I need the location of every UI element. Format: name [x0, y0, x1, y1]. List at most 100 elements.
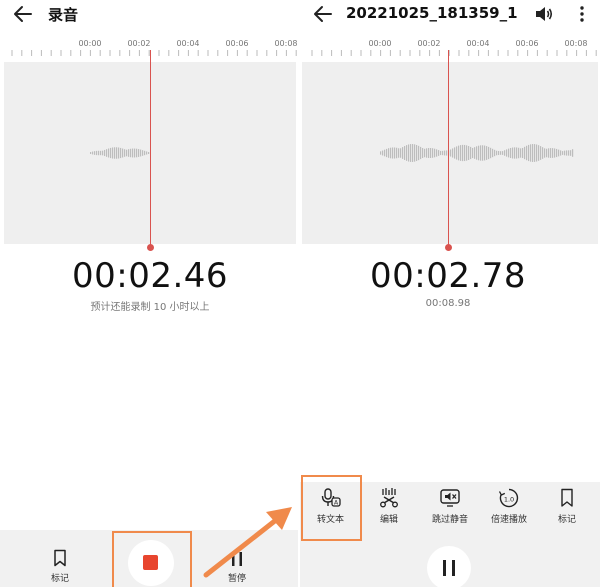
action-label: 编辑: [379, 515, 398, 525]
recording-title: 20221025_181359_1: [346, 4, 518, 22]
more-options-icon[interactable]: [578, 4, 586, 24]
waveform-bar: [560, 150, 562, 156]
waveform-bar: [488, 146, 490, 160]
waveform-bar: [386, 148, 388, 158]
ruler-label: 00:00: [368, 39, 392, 48]
waveform-bar: [426, 148, 428, 158]
stop-button-highlight: [112, 531, 192, 587]
waveform-bar: [394, 147, 396, 159]
waveform-bar: [562, 151, 564, 155]
waveform-bar: [430, 148, 432, 158]
ruler-label: 00:06: [225, 39, 249, 48]
waveform-bar: [524, 146, 526, 160]
waveform-bar: [480, 145, 482, 161]
back-arrow-icon[interactable]: [312, 3, 334, 25]
waveform-bar: [468, 146, 470, 160]
waveform-bar: [444, 150, 446, 156]
ruler-label: 00:02: [417, 39, 441, 48]
waveform-bar: [108, 148, 110, 158]
waveform-bar: [482, 145, 484, 161]
waveform-bar: [504, 150, 506, 156]
waveform: [380, 144, 574, 162]
waveform-bar: [492, 148, 494, 158]
waveform-bar: [572, 149, 574, 157]
waveform-bar: [390, 147, 392, 159]
waveform-bar: [462, 144, 464, 162]
waveform-bar: [484, 145, 486, 161]
edit-button[interactable]: 编辑: [378, 488, 400, 525]
speed-icon-text: 1.0: [504, 496, 514, 504]
playback-speed-button[interactable]: 1.0 倍速播放: [491, 488, 527, 525]
waveform-bar: [500, 151, 502, 155]
waveform-bar: [142, 150, 144, 156]
mark-button[interactable]: 标记: [556, 488, 578, 525]
waveform-bar: [472, 147, 474, 159]
bookmark-icon: [561, 488, 573, 507]
waveform-bar: [420, 146, 422, 160]
waveform-bar: [134, 148, 136, 158]
playhead: [150, 50, 151, 248]
waveform-bar: [542, 147, 544, 159]
page-title: 录音: [48, 6, 79, 24]
waveform-bar: [120, 147, 122, 159]
playback-position: 00:02.78: [369, 256, 527, 296]
waveform-bar: [140, 149, 142, 157]
speed-icon: 1.0: [498, 488, 519, 508]
waveform-bar: [548, 148, 550, 158]
waveform-bar: [434, 148, 436, 158]
ruler-label: 00:00: [78, 39, 102, 48]
speaker-icon[interactable]: [534, 4, 554, 24]
waveform-bar: [100, 150, 102, 156]
waveform-bar: [422, 148, 424, 158]
ruler-label: 00:04: [176, 39, 200, 48]
waveform-bar: [450, 149, 452, 157]
action-label: 标记: [557, 515, 576, 525]
waveform-bar: [526, 145, 528, 161]
waveform-bar: [440, 150, 442, 156]
waveform-bar: [510, 147, 512, 159]
speech-to-text-highlight: [301, 475, 362, 541]
waveform-bar: [410, 144, 412, 162]
skip-silence-icon: [440, 489, 460, 507]
waveform-bar: [146, 151, 148, 155]
top-bar: 录音: [0, 0, 298, 30]
waveform-bar: [94, 151, 96, 155]
mark-button[interactable]: 标记: [51, 549, 69, 584]
waveform-bar: [568, 150, 570, 156]
waveform-bar: [506, 149, 508, 157]
waveform-bar: [432, 148, 434, 158]
skip-silence-button[interactable]: 跳过静音: [432, 488, 468, 525]
waveform-bar: [478, 145, 480, 161]
waveform-bar: [116, 147, 118, 159]
playhead-handle[interactable]: [147, 244, 154, 251]
playhead-handle[interactable]: [445, 244, 452, 251]
waveform-bar: [130, 148, 132, 158]
waveform-bar: [404, 146, 406, 160]
play-pause-button[interactable]: [427, 546, 471, 587]
waveform-bar: [494, 149, 496, 157]
scissors-icon: [380, 488, 398, 508]
waveform-bar: [552, 148, 554, 158]
waveform-bar: [486, 146, 488, 160]
waveform-bar: [138, 149, 140, 157]
waveform-bar: [570, 150, 572, 156]
waveform-bar: [534, 144, 536, 162]
waveform-bar: [466, 145, 468, 161]
waveform-bar: [566, 150, 568, 156]
waveform-bar: [436, 149, 438, 157]
waveform-bar: [104, 149, 106, 157]
waveform-bar: [554, 148, 556, 158]
ruler-label: 00:02: [127, 39, 151, 48]
waveform-bar: [396, 147, 398, 159]
waveform-bar: [400, 148, 402, 158]
waveform-bar: [92, 151, 94, 155]
pause-button[interactable]: 暂停: [228, 551, 246, 584]
top-bar: 20221025_181359_1: [300, 0, 600, 30]
waveform-bar: [538, 145, 540, 161]
waveform-bar: [132, 148, 134, 158]
action-label: 倍速播放: [491, 515, 528, 525]
waveform-bar: [454, 147, 456, 159]
waveform-bar: [470, 146, 472, 160]
back-arrow-icon[interactable]: [12, 3, 34, 25]
waveform-bar: [536, 144, 538, 162]
